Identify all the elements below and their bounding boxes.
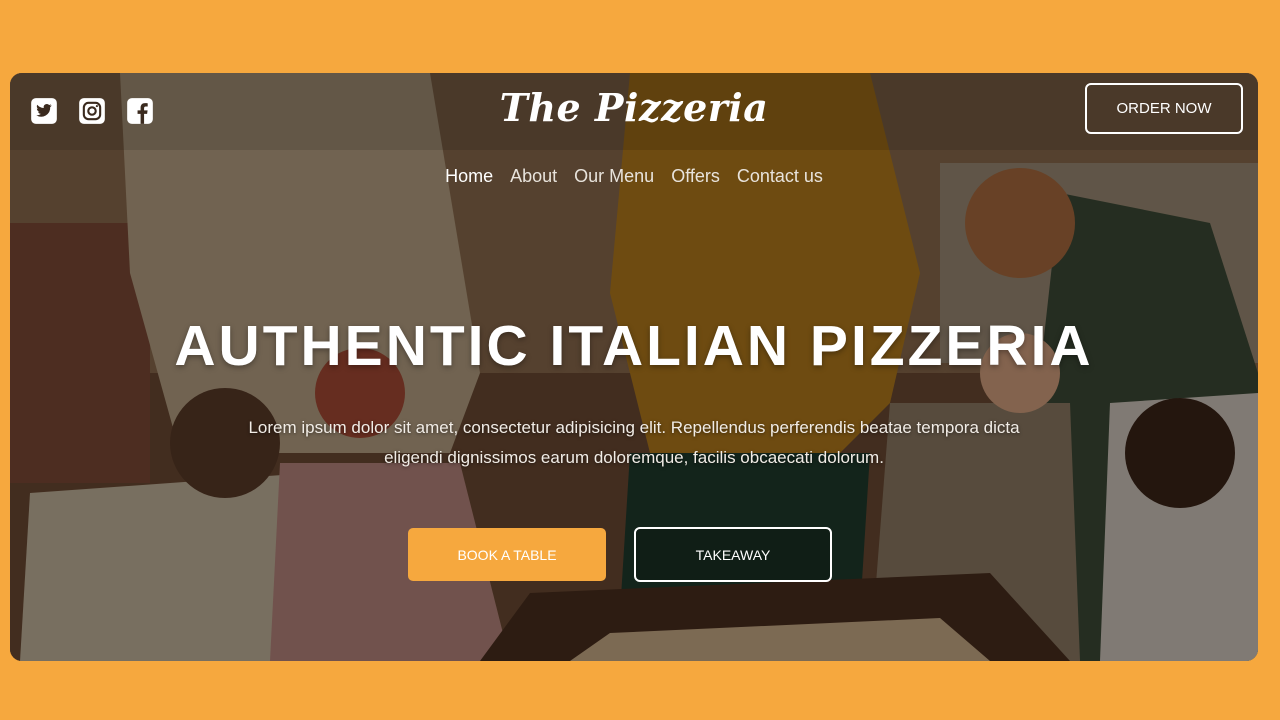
- nav-item-our-menu[interactable]: Our Menu: [574, 166, 654, 187]
- nav-item-offers[interactable]: Offers: [671, 166, 720, 187]
- book-a-table-button[interactable]: BOOK A TABLE: [408, 528, 606, 581]
- nav-item-contact-us[interactable]: Contact us: [737, 166, 823, 187]
- hero-headline: AUTHENTIC ITALIAN PIZZERIA: [174, 314, 1094, 378]
- order-now-button[interactable]: ORDER NOW: [1085, 83, 1243, 134]
- brand-logo[interactable]: The Pizzeria: [10, 85, 1258, 130]
- main-nav: Home About Our Menu Offers Contact us: [10, 166, 1258, 187]
- nav-item-home[interactable]: Home: [445, 166, 493, 187]
- takeaway-button[interactable]: TAKEAWAY: [634, 527, 832, 582]
- nav-item-about[interactable]: About: [510, 166, 557, 187]
- hero-description: Lorem ipsum dolor sit amet, consectetur …: [248, 418, 1020, 467]
- hero-section: The Pizzeria ORDER NOW Home About Our Me…: [10, 73, 1258, 661]
